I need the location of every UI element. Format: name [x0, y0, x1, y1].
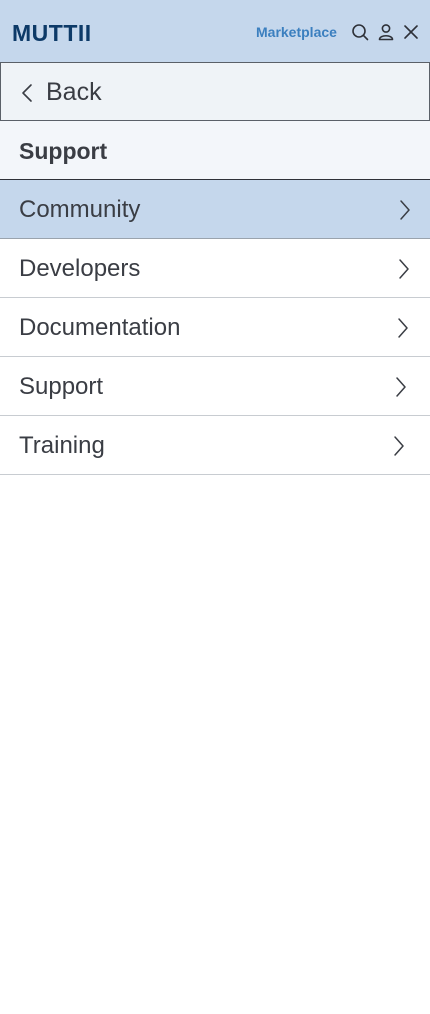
section-title: Support — [19, 138, 108, 164]
menu-item-developers[interactable]: Developers — [0, 239, 430, 298]
chevron-right-icon — [398, 318, 408, 338]
chevron-right-icon — [394, 436, 404, 456]
search-icon[interactable] — [350, 22, 370, 42]
user-icon[interactable] — [376, 22, 396, 42]
menu-item-label: Community — [19, 196, 141, 223]
menu-item-training[interactable]: Training — [0, 416, 430, 475]
marketplace-link[interactable]: Marketplace — [256, 24, 337, 40]
submenu-list: Community Developers Documentation Suppo… — [0, 180, 430, 475]
menu-item-label: Training — [19, 432, 105, 459]
chevron-right-icon — [400, 200, 410, 220]
back-button[interactable]: Back — [0, 62, 430, 121]
menu-item-label: Documentation — [19, 314, 181, 341]
top-header: MUTTII Marketplace — [0, 0, 430, 62]
menu-item-label: Developers — [19, 255, 141, 282]
chevron-right-icon — [399, 259, 409, 279]
menu-item-documentation[interactable]: Documentation — [0, 298, 430, 357]
menu-item-label: Support — [19, 373, 104, 400]
back-label: Back — [46, 78, 102, 106]
chevron-left-icon — [22, 84, 32, 102]
brand-logo[interactable]: MUTTII — [12, 20, 92, 47]
menu-item-support[interactable]: Support — [0, 357, 430, 416]
close-icon[interactable] — [401, 22, 421, 42]
section-header: Support — [0, 121, 430, 180]
chevron-right-icon — [396, 377, 406, 397]
menu-item-community[interactable]: Community — [0, 180, 430, 239]
